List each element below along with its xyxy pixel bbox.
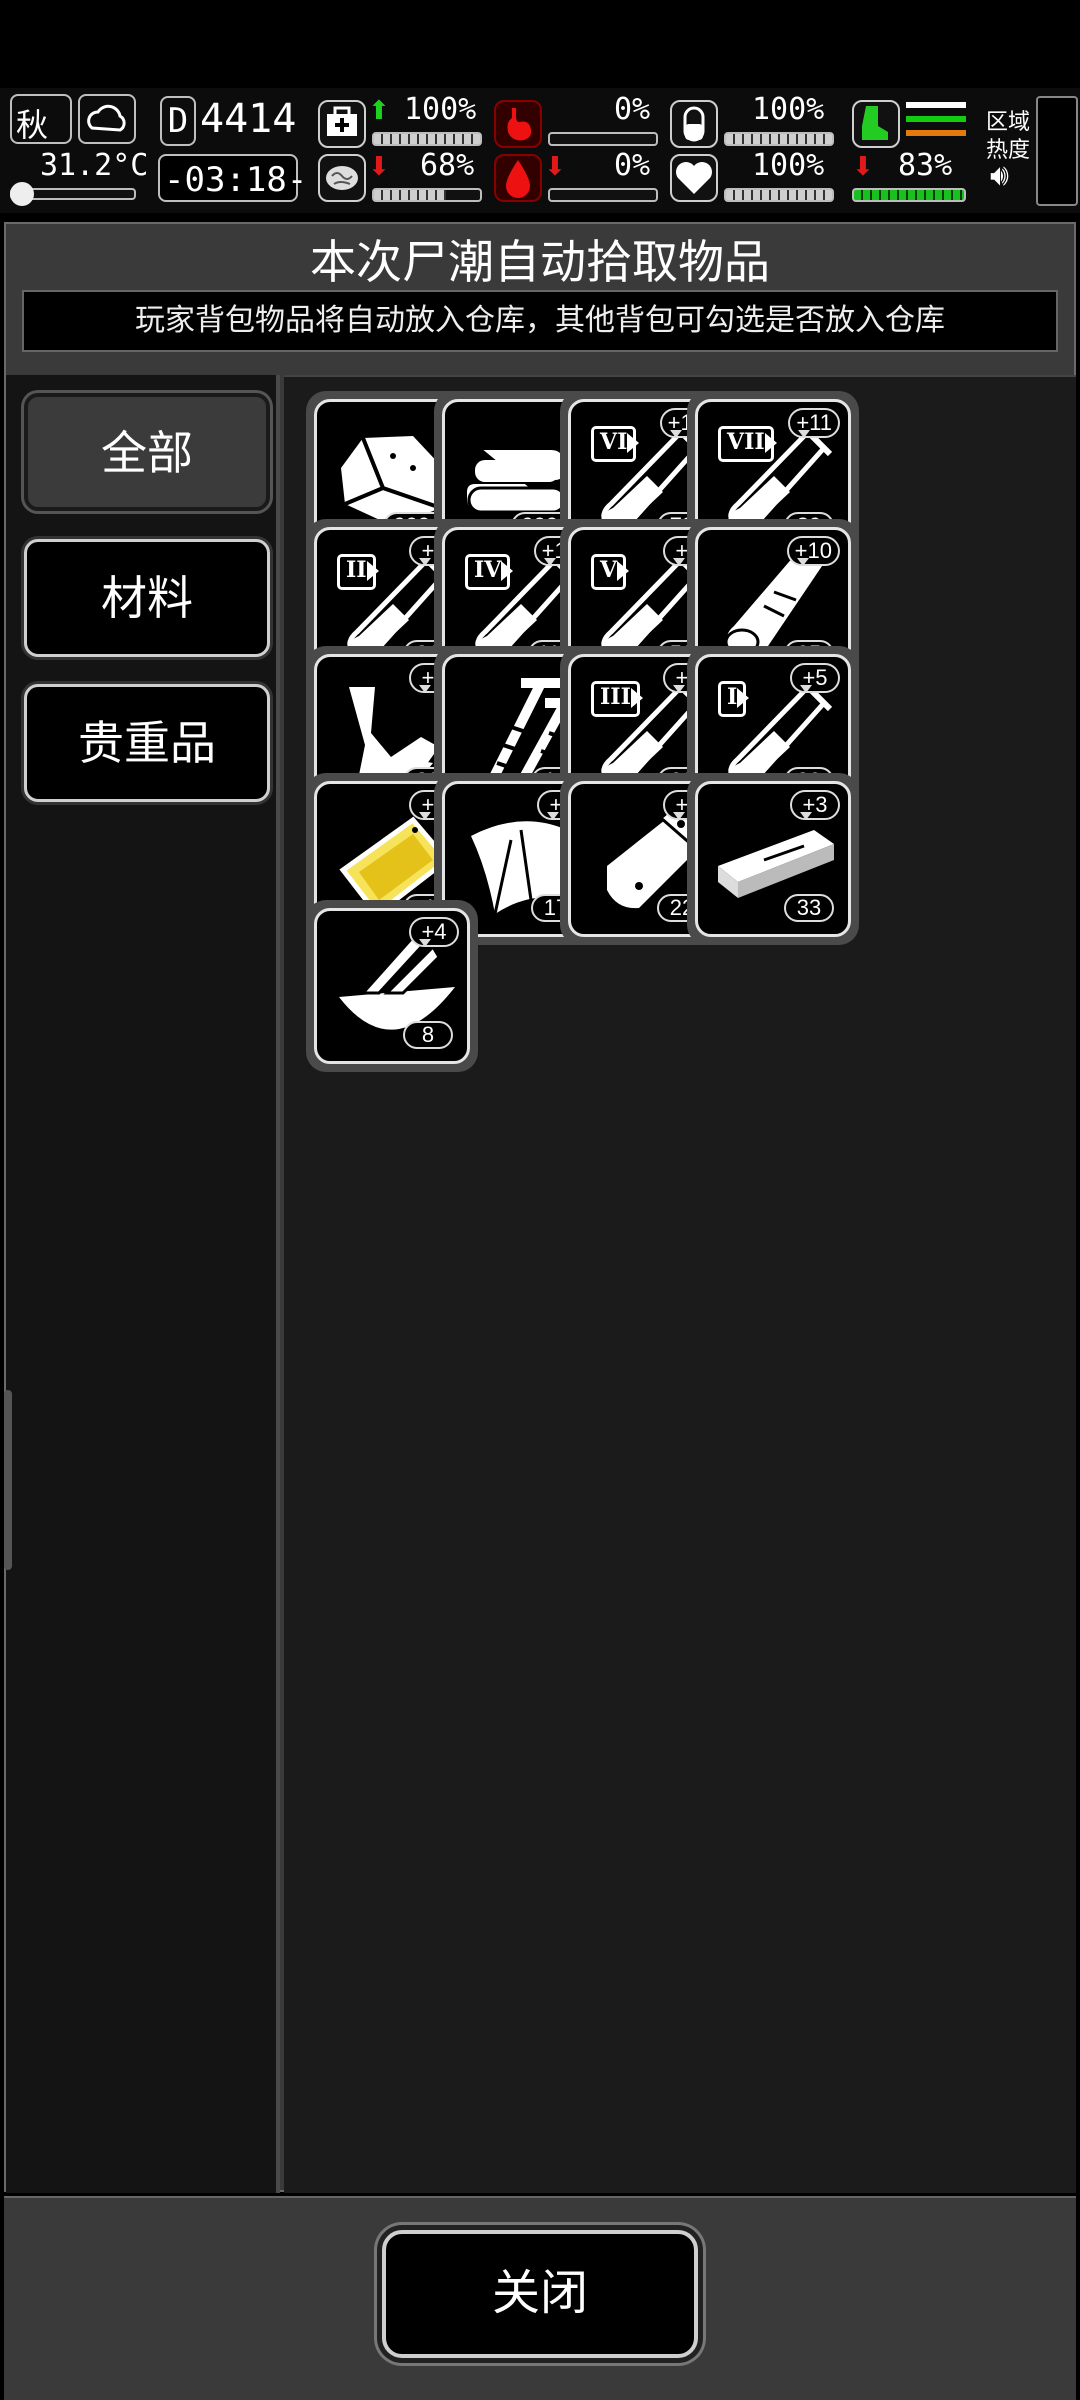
pickup-gain-badge: +3 <box>790 790 840 820</box>
dialog-subtitle: 玩家背包物品将自动放入仓库，其他背包可勾选是否放入仓库 <box>22 290 1058 352</box>
item-slot[interactable]: 8 +4 <box>306 900 478 1072</box>
scrollbar[interactable] <box>4 1390 12 1570</box>
thermometer-icon <box>10 182 34 206</box>
hunger-pct: 0% <box>614 92 651 127</box>
item-grid: 999+999+VI78+12VII89+11II81+9IV111+16V53… <box>284 375 1076 2193</box>
stamina-pct: 83% <box>898 148 953 183</box>
tier-badge: VI <box>591 426 640 462</box>
close-button[interactable]: 关闭 <box>382 2230 698 2358</box>
category-sidebar: 全部 材料 贵重品 <box>6 375 280 2193</box>
up-arrow-icon: ⬆ <box>368 96 390 126</box>
heart-pct: 100% <box>752 148 825 183</box>
mental-pct: 68% <box>420 148 475 183</box>
clock-readout: -03:18- <box>164 160 308 200</box>
pickup-gain-badge: +11 <box>788 408 840 438</box>
tier-badge: I <box>718 681 750 717</box>
hunger-bar <box>548 132 658 146</box>
stomach-icon <box>494 100 542 148</box>
pickup-gain-badge: +5 <box>790 663 840 693</box>
tab-valuables[interactable]: 贵重品 <box>24 684 270 802</box>
pill-bar <box>724 132 834 146</box>
day-counter: 4414 <box>200 96 297 142</box>
item-frame: 8 +4 <box>314 908 470 1064</box>
tab-materials[interactable]: 材料 <box>24 539 270 657</box>
season-label: 秋 <box>16 106 49 144</box>
tier-badge: III <box>591 681 643 717</box>
tab-all[interactable]: 全部 <box>24 393 270 511</box>
speaker-icon[interactable]: 🔊︎ <box>990 158 1009 193</box>
stamina-stripe <box>906 116 966 122</box>
tier-badge: VII <box>718 426 777 462</box>
mental-bar <box>372 188 482 202</box>
tier-badge: V <box>591 554 630 590</box>
heart-bar <box>724 188 834 202</box>
stamina-stripe <box>906 102 966 108</box>
pickup-gain-badge: +10 <box>786 536 840 566</box>
blood-pct: 0% <box>614 148 651 183</box>
stamina-stripe <box>906 130 966 136</box>
stamina-bar <box>852 188 966 202</box>
pill-icon <box>670 100 718 148</box>
tier-badge: IV <box>465 554 514 590</box>
area-heat-meter <box>1036 96 1078 206</box>
clock-box: -03:18- <box>158 154 307 202</box>
health-pct: 100% <box>404 92 477 127</box>
blood-drop-icon <box>494 154 542 202</box>
dialog-title: 本次尸潮自动拾取物品 <box>310 235 770 289</box>
health-bar <box>372 132 482 146</box>
blood-bar <box>548 188 658 202</box>
season-box: 秋 <box>10 94 72 144</box>
boot-icon <box>852 100 900 148</box>
temperature-readout: 31.2°C <box>40 148 149 183</box>
down-arrow-icon: ⬇ <box>852 152 874 182</box>
pickup-gain-badge: +4 <box>409 917 459 947</box>
brain-icon <box>318 154 366 202</box>
status-bar: 秋 31.2°C D 4414 -03:18- ⬆ 100% ⬇ 68% 0% … <box>0 88 1080 213</box>
tier-badge: II <box>337 554 379 590</box>
item-frame: 33 +3 <box>695 781 851 937</box>
weather-icon <box>78 94 136 144</box>
down-arrow-icon: ⬇ <box>368 152 390 182</box>
down-arrow-icon: ⬇ <box>544 152 566 182</box>
pill-pct: 100% <box>752 92 825 127</box>
day-box: D <box>160 96 196 146</box>
item-count: 8 <box>403 1021 453 1049</box>
heart-icon <box>670 154 718 202</box>
item-slot[interactable]: 33 +3 <box>687 773 859 945</box>
medkit-icon <box>318 100 366 148</box>
item-count: 33 <box>784 894 834 922</box>
